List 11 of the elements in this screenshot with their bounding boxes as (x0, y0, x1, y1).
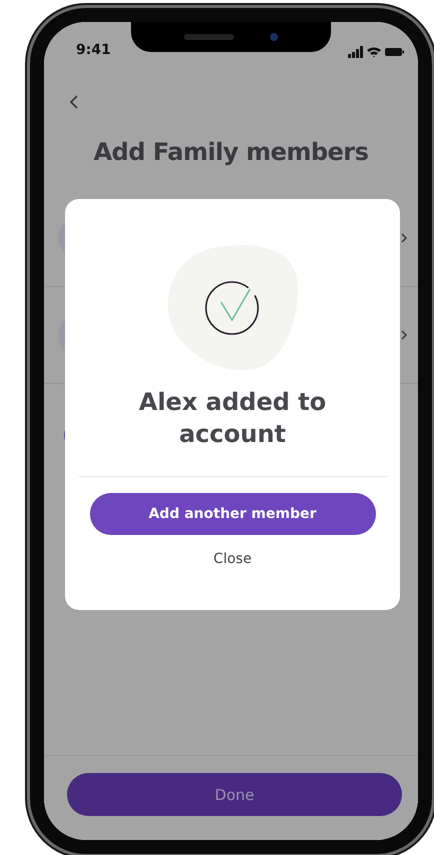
add-member-button[interactable]: Add another member (90, 493, 376, 535)
close-button[interactable]: Close (205, 547, 260, 571)
status-icons (348, 46, 404, 58)
back-icon[interactable] (68, 94, 80, 110)
done-button[interactable]: Done (67, 773, 402, 816)
success-check-icon (166, 244, 300, 372)
page-title: Add Family members (92, 138, 370, 166)
dialog-title: Alex added to account (138, 387, 328, 450)
chevron-icon (400, 329, 408, 341)
chevron-icon (400, 232, 408, 244)
status-time: 9:41 (76, 42, 111, 58)
